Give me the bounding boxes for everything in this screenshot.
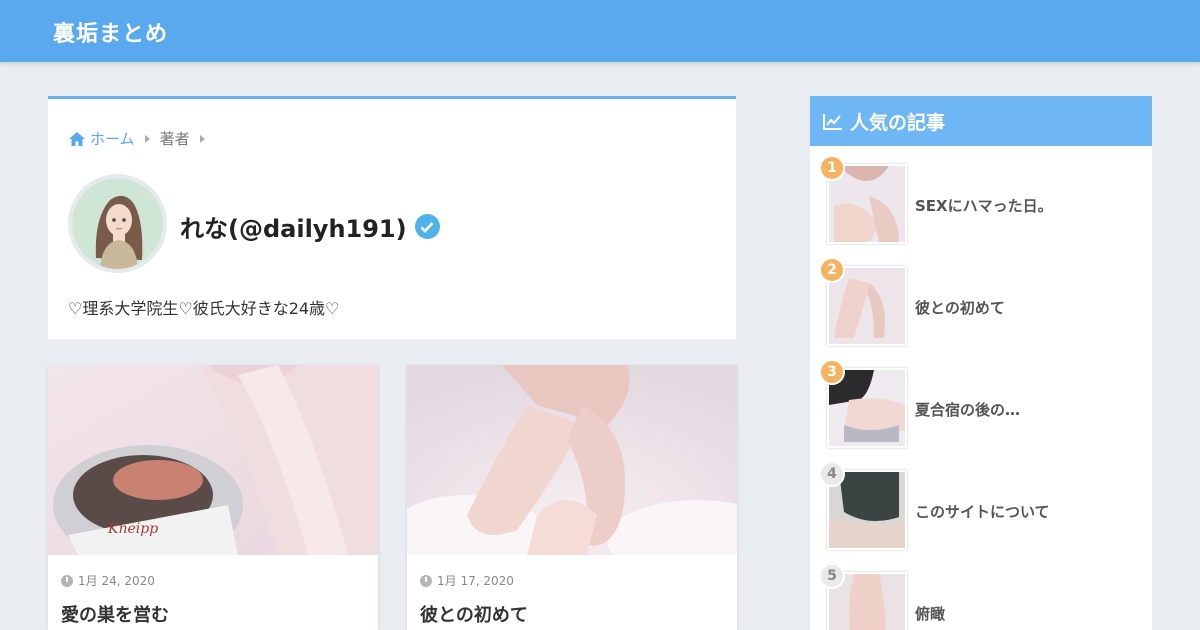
ranking-item[interactable]: 4 このサイトについて <box>810 461 1152 552</box>
post-thumbnail[interactable] <box>407 365 737 555</box>
ranking-title[interactable]: 俯瞰 <box>915 603 945 624</box>
popular-posts-widget: 人気の記事 1 SEXにハマった日。 2 彼との初めて 3 夏合宿の後の… 4 … <box>810 96 1152 630</box>
rank-badge: 2 <box>819 257 845 283</box>
site-header: 裏垢まとめ <box>0 0 1200 62</box>
rank-badge: 1 <box>819 155 845 181</box>
trend-chart-icon <box>823 113 842 130</box>
author-name: れな(@dailyh191) <box>180 209 440 244</box>
ranking-item[interactable]: 1 SEXにハマった日。 <box>810 155 1152 246</box>
ranking-item[interactable]: 5 俯瞰 <box>810 563 1152 630</box>
home-icon <box>69 131 85 146</box>
post-thumbnail[interactable]: Kneipp <box>48 365 378 555</box>
svg-text:Kneipp: Kneipp <box>107 521 158 537</box>
breadcrumb: ホーム 著者 <box>68 128 209 149</box>
ranking-title[interactable]: 彼との初めて <box>915 297 1005 318</box>
post-date-text: 1月 24, 2020 <box>78 574 155 588</box>
breadcrumb-separator-icon <box>199 134 205 143</box>
ranking-title[interactable]: SEXにハマった日。 <box>915 195 1053 216</box>
author-bio: ♡理系大学院生♡彼氏大好きな24歳♡ <box>68 299 340 318</box>
rank-badge: 4 <box>819 461 845 487</box>
post-date: 1月 24, 2020 <box>61 572 155 589</box>
ranking-item[interactable]: 3 夏合宿の後の… <box>810 359 1152 450</box>
widget-header: 人気の記事 <box>810 96 1152 146</box>
post-date-text: 1月 17, 2020 <box>437 574 514 588</box>
post-date: 1月 17, 2020 <box>420 572 514 589</box>
site-title-link[interactable]: 裏垢まとめ <box>53 16 168 48</box>
author-avatar <box>68 174 167 273</box>
rank-badge: 3 <box>819 359 845 385</box>
post-card[interactable]: 1月 17, 2020 彼との初めて <box>407 365 737 630</box>
breadcrumb-home-link[interactable]: ホーム <box>68 128 135 149</box>
author-name-text: れな(@dailyh191) <box>180 215 407 243</box>
post-title[interactable]: 彼との初めて <box>420 601 528 627</box>
rank-badge: 5 <box>819 563 845 589</box>
verified-check-icon <box>414 214 440 239</box>
widget-title: 人気の記事 <box>850 111 946 134</box>
breadcrumb-current: 著者 <box>159 130 190 148</box>
author-card: ホーム 著者 れな(@dailyh191) ♡理系大学院生♡彼氏大好きな24歳♡ <box>48 96 736 339</box>
post-card[interactable]: Kneipp 1月 24, 2020 愛の巣を営む <box>48 365 378 630</box>
post-title[interactable]: 愛の巣を営む <box>61 601 169 627</box>
clock-icon <box>420 574 432 587</box>
clock-icon <box>61 574 73 587</box>
ranking-title[interactable]: 夏合宿の後の… <box>915 399 1020 420</box>
ranking-title[interactable]: このサイトについて <box>915 501 1050 522</box>
breadcrumb-home-label: ホーム <box>90 130 135 148</box>
ranking-item[interactable]: 2 彼との初めて <box>810 257 1152 348</box>
breadcrumb-separator-icon <box>144 134 150 143</box>
